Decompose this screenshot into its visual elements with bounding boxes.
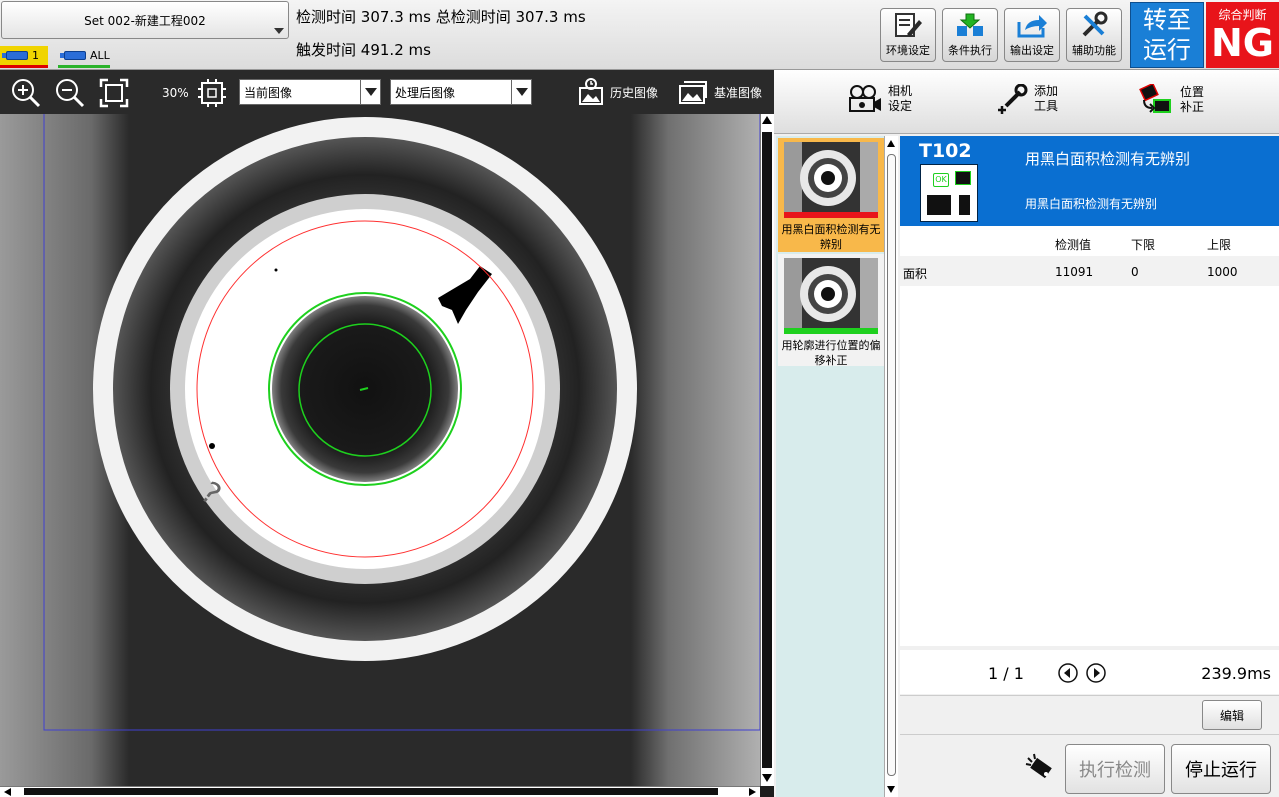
trigger-time: 触发时间 491.2 ms — [296, 41, 431, 59]
document-edit-icon — [895, 13, 922, 37]
reference-image-button[interactable]: 基准图像 — [678, 78, 762, 106]
condition-exec-button[interactable]: 条件执行 — [942, 8, 998, 62]
add-tool-button[interactable]: 添加 工具 — [996, 84, 1058, 114]
position-correction-icon — [1139, 84, 1171, 113]
camera-icon — [60, 51, 86, 60]
scroll-down-icon[interactable] — [887, 786, 895, 793]
row-value: 11091 — [1055, 265, 1094, 279]
image-horizontal-scrollbar[interactable] — [0, 786, 760, 797]
history-image-button[interactable]: 历史图像 — [578, 78, 658, 106]
page-indicator: 1 / 1 — [988, 664, 1024, 683]
prev-page-icon[interactable] — [1058, 663, 1078, 683]
chevron-down-icon — [360, 80, 380, 104]
env-settings-button[interactable]: 环境设定 — [880, 8, 936, 62]
row-low: 0 — [1131, 265, 1139, 279]
stop-run-button[interactable]: 停止运行 — [1171, 744, 1271, 794]
history-image-icon — [579, 78, 603, 105]
scroll-up-icon[interactable] — [762, 116, 772, 124]
current-image-select[interactable]: 当前图像 — [239, 79, 381, 105]
row-name: 面积 — [903, 267, 928, 281]
overall-judgement-badge: 综合判断 NG — [1206, 2, 1279, 68]
project-name: Set 002-新建工程002 — [84, 13, 206, 28]
tool-id: T102 — [919, 140, 972, 162]
camera-tab-label: 1 — [32, 49, 39, 62]
zoom-out-icon[interactable] — [54, 77, 86, 109]
scroll-right-icon[interactable] — [749, 788, 756, 796]
tool-label: 用黑白面积检测有无辨别 — [781, 223, 881, 251]
pager-bar: 1 / 1 239.9ms — [900, 650, 1279, 694]
camera-tab-all[interactable]: ALL — [58, 46, 110, 68]
processed-image-select[interactable]: 处理后图像 — [390, 79, 532, 105]
trigger-icon[interactable] — [1024, 752, 1056, 784]
scroll-thumb[interactable] — [762, 132, 772, 768]
tool-subtitle: 用黑白面积检测有无辨别 — [1025, 197, 1158, 211]
video-camera-icon — [849, 85, 881, 112]
next-page-icon[interactable] — [1086, 663, 1106, 683]
camera-settings-button[interactable]: 相机 设定 — [848, 84, 912, 114]
tool-detail-header: T102 OK 用黑白面积检测有无辨别 用黑白面积检测有无辨别 — [900, 136, 1279, 226]
tool-item-position-correction[interactable]: 用轮廓进行位置的偏移补正 — [778, 254, 884, 367]
table-row[interactable]: 面积 11091 0 1000 — [900, 256, 1279, 286]
tool-type-icon: OK — [920, 164, 978, 222]
scroll-up-icon[interactable] — [887, 140, 895, 147]
tool-list: 用黑白面积检测有无辨别 用轮廓进行位置的偏移补正 — [776, 136, 884, 797]
tool-item-area-detection[interactable]: 用黑白面积检测有无辨别 — [778, 138, 884, 252]
image-viewport[interactable]: ? — [0, 114, 760, 786]
fit-to-screen-icon[interactable] — [98, 77, 130, 109]
zoom-in-icon[interactable] — [10, 77, 42, 109]
chevron-down-icon — [511, 80, 531, 104]
tool-status-bar-ok — [784, 328, 878, 334]
scroll-left-icon[interactable] — [4, 788, 11, 796]
switch-to-run-button[interactable]: 转至 运行 — [1130, 2, 1204, 68]
column-header: 上限 — [1207, 238, 1232, 252]
camera-icon — [2, 51, 28, 60]
column-header: 下限 — [1131, 238, 1156, 252]
tool-list-scrollbar[interactable] — [884, 136, 898, 797]
wrench-add-icon — [998, 84, 1028, 114]
aux-function-button[interactable]: 辅助功能 — [1066, 8, 1122, 62]
tool-exec-time: 239.9ms — [1201, 664, 1271, 683]
tools-icon — [1082, 11, 1108, 37]
tool-label: 用轮廓进行位置的偏移补正 — [781, 339, 881, 367]
scroll-thumb[interactable] — [887, 154, 896, 776]
tool-status-bar-ng — [784, 212, 878, 218]
scroll-down-icon[interactable] — [762, 774, 772, 782]
row-high: 1000 — [1207, 265, 1238, 279]
position-correction-button[interactable]: 位置 补正 — [1138, 84, 1204, 116]
tool-thumbnail — [784, 142, 878, 218]
execute-detection-button[interactable]: 执行检测 — [1065, 744, 1165, 794]
output-settings-button[interactable]: 输出设定 — [1004, 8, 1060, 62]
project-select[interactable]: Set 002-新建工程002 — [1, 1, 289, 39]
result-table: 检测值 下限 上限 面积 11091 0 1000 — [900, 226, 1279, 646]
detect-time: 检测时间 307.3 ms 总检测时间 307.3 ms — [296, 8, 586, 26]
scroll-thumb[interactable] — [24, 788, 718, 795]
zoom-level: 30% — [162, 86, 189, 100]
reference-image-icon — [679, 81, 707, 104]
camera-tab-label: ALL — [90, 49, 110, 62]
tool-thumbnail — [784, 258, 878, 334]
export-icon — [1017, 15, 1047, 38]
ok-icon: OK — [933, 173, 949, 187]
chevron-down-icon — [274, 28, 284, 34]
edit-button[interactable]: 编辑 — [1202, 700, 1262, 730]
camera-tab-1[interactable]: 1 — [0, 46, 48, 68]
flowchart-icon — [957, 13, 983, 36]
inspection-image[interactable]: ? — [0, 114, 760, 786]
image-vertical-scrollbar[interactable] — [760, 114, 774, 786]
tool-title: 用黑白面积检测有无辨别 — [1025, 150, 1191, 168]
column-header: 检测值 — [1055, 238, 1092, 252]
actual-size-icon[interactable] — [196, 77, 228, 109]
